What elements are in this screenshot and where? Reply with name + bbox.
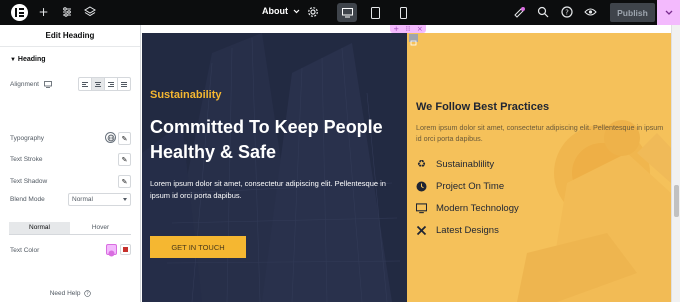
desktop-view-button[interactable] xyxy=(337,3,357,22)
responsive-desktop-icon[interactable] xyxy=(43,81,52,88)
column-grid-icon xyxy=(410,40,417,46)
recycle-icon: ♻ xyxy=(417,159,426,170)
scrollbar-thumb[interactable] xyxy=(674,185,679,217)
monitor-icon xyxy=(416,203,427,214)
state-tabs: Normal Hover xyxy=(9,222,131,235)
widget-settings-panel: Edit Heading ▼ Heading Alignment Typogra… xyxy=(0,25,141,302)
chevron-down-icon xyxy=(665,10,672,15)
feature-item-project-on-time: Project On Time xyxy=(416,181,504,192)
section-edit-handle[interactable]: + ⁞⁞ × xyxy=(390,25,426,33)
text-color-fill xyxy=(123,247,128,252)
chevron-down-icon xyxy=(293,9,300,13)
feature-label: Project On Time xyxy=(436,181,505,192)
preview-eye-icon[interactable] xyxy=(584,6,597,19)
preview-canvas: + ⁞⁞ × Sustainability Committed To Keep … xyxy=(141,25,680,302)
need-help-text: Need Help xyxy=(49,290,81,298)
column-edit-handle[interactable] xyxy=(409,34,418,46)
hero-description: Lorem ipsum dolor sit amet, consectetur … xyxy=(150,179,386,200)
section-heading-label: Heading xyxy=(17,56,46,63)
section-heading-toggle[interactable]: ▼ Heading xyxy=(10,56,46,63)
desktop-icon xyxy=(341,7,353,17)
clock-icon xyxy=(416,181,427,192)
mobile-view-button[interactable] xyxy=(393,3,413,22)
panel-title: Edit Heading xyxy=(0,25,140,47)
editor-topbar: + About ? Publish xyxy=(0,0,680,25)
structure-layers-icon[interactable] xyxy=(83,6,96,19)
global-color-icon[interactable] xyxy=(106,244,117,257)
tab-hover[interactable]: Hover xyxy=(70,222,131,234)
search-icon[interactable] xyxy=(536,6,549,19)
hero-column[interactable]: Sustainability Committed To Keep People … xyxy=(142,33,407,302)
get-in-touch-button[interactable]: GET IN TOUCH xyxy=(150,236,246,258)
delete-section-icon[interactable]: × xyxy=(417,25,423,33)
edit-typography-pencil-icon[interactable]: ✎ xyxy=(118,132,131,145)
tablet-view-button[interactable] xyxy=(365,3,385,22)
add-section-icon[interactable]: + xyxy=(393,25,399,33)
alignment-label: Alignment xyxy=(10,81,52,88)
mobile-icon xyxy=(399,6,407,19)
align-right-button[interactable] xyxy=(105,78,118,90)
site-settings-icon[interactable] xyxy=(60,6,73,19)
help-icon[interactable]: ? xyxy=(560,6,573,19)
align-justify-button[interactable] xyxy=(118,78,130,90)
elementor-logo-icon xyxy=(15,8,24,17)
svg-text:?: ? xyxy=(565,9,569,17)
notifications-icon[interactable] xyxy=(513,6,526,19)
page-name: About xyxy=(262,6,288,16)
publish-button[interactable]: Publish xyxy=(610,3,655,22)
align-center-button[interactable] xyxy=(92,78,105,90)
practices-description: Lorem ipsum dolor sit amet, consectetur … xyxy=(416,123,664,143)
feature-item-latest-designs: Latest Designs xyxy=(416,225,499,236)
caret-down-icon: ▼ xyxy=(10,57,16,63)
feature-item-sustainability: ♻ Sustainablility xyxy=(416,159,494,170)
practices-column[interactable]: We Follow Best Practices Lorem ipsum dol… xyxy=(407,33,671,302)
add-element-icon[interactable]: + xyxy=(37,6,50,19)
hero-eyebrow: Sustainability xyxy=(150,89,222,101)
blend-mode-label: Blend Mode xyxy=(10,196,45,203)
drag-handle-icon[interactable]: ⁞⁞ xyxy=(406,25,410,33)
practices-heading: We Follow Best Practices xyxy=(416,101,550,113)
text-color-swatch[interactable] xyxy=(120,244,131,255)
feature-label: Latest Designs xyxy=(436,225,499,236)
page-selector[interactable]: About xyxy=(262,6,300,16)
tablet-icon xyxy=(370,6,380,19)
select-caret-icon xyxy=(123,198,127,201)
need-help-link[interactable]: Need Help ? xyxy=(0,290,141,297)
text-shadow-label: Text Shadow xyxy=(10,178,48,185)
skyscraper-background-image xyxy=(142,33,407,302)
page-settings-gear-icon[interactable] xyxy=(306,6,319,19)
publish-options-button[interactable] xyxy=(657,0,680,25)
text-stroke-label: Text Stroke xyxy=(10,156,43,163)
elementor-logo[interactable] xyxy=(11,4,28,21)
feature-label: Sustainablility xyxy=(436,159,495,170)
tab-normal[interactable]: Normal xyxy=(9,222,70,234)
global-typography-icon[interactable] xyxy=(105,132,116,143)
typography-label: Typography xyxy=(10,135,44,142)
feature-label: Modern Technology xyxy=(436,203,519,214)
tools-icon xyxy=(416,225,427,236)
edit-text-shadow-pencil-icon[interactable]: ✎ xyxy=(118,175,131,188)
feature-item-modern-technology: Modern Technology xyxy=(416,203,519,214)
text-color-label: Text Color xyxy=(10,247,40,254)
hero-heading[interactable]: Committed To Keep People Healthy & Safe xyxy=(150,115,400,165)
blend-mode-value: Normal xyxy=(72,196,93,203)
edit-text-stroke-pencil-icon[interactable]: ✎ xyxy=(118,153,131,166)
align-left-button[interactable] xyxy=(79,78,92,90)
help-circle-icon: ? xyxy=(84,290,91,297)
alignment-label-text: Alignment xyxy=(10,81,39,89)
canvas-scrollbar[interactable] xyxy=(671,25,680,302)
blend-mode-select[interactable]: Normal xyxy=(68,193,131,206)
alignment-control xyxy=(78,77,131,91)
